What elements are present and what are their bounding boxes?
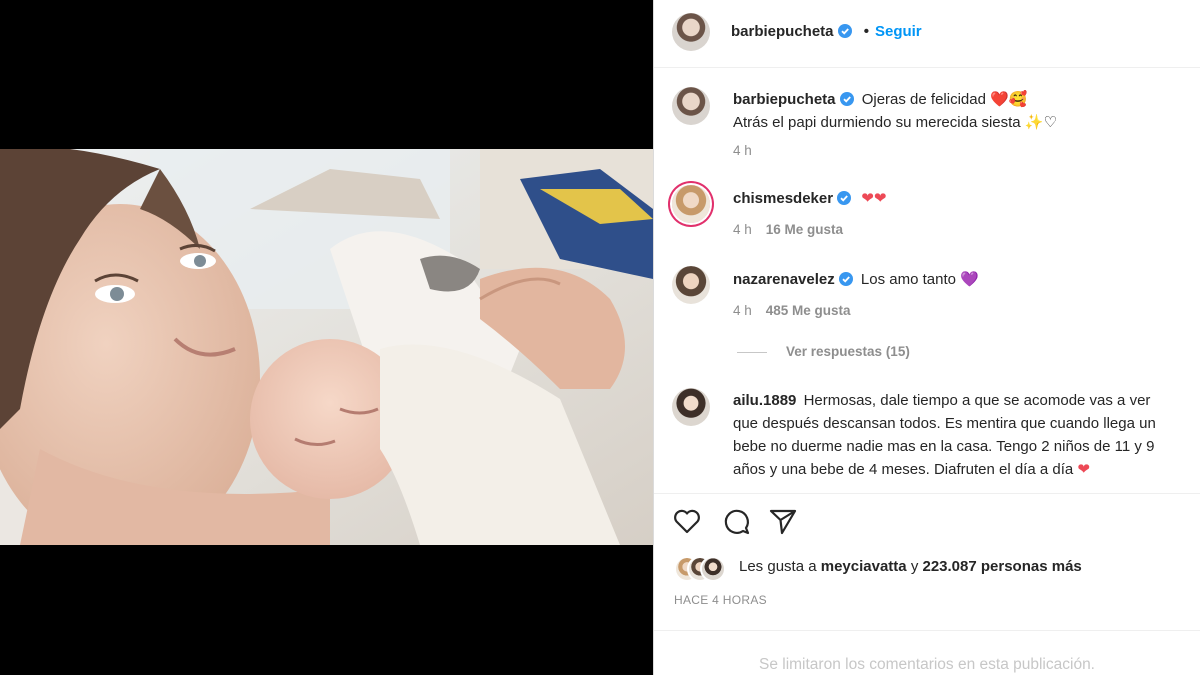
comment-time: 4 h	[733, 222, 752, 237]
comment-meta: 4 h 485 Me gusta	[733, 303, 851, 318]
post-header: barbiepucheta • Seguir	[654, 0, 1200, 68]
separator-dot: •	[863, 23, 869, 40]
verified-badge-icon	[838, 272, 853, 286]
comment-username[interactable]: nazarenavelez	[733, 271, 835, 288]
comment-time: 4 h	[733, 303, 752, 318]
comment-2: nazarenavelez Los amo tanto 💜	[733, 268, 979, 291]
post-media[interactable]	[0, 0, 653, 675]
comment-emoji: ❤❤	[861, 190, 887, 207]
commenter-avatar[interactable]	[672, 266, 710, 304]
author-username[interactable]: barbiepucheta	[731, 23, 834, 40]
follow-button[interactable]: Seguir	[875, 23, 922, 40]
comment-username[interactable]: ailu.1889	[733, 392, 796, 409]
post-timestamp[interactable]: HACE 4 HORAS	[674, 593, 767, 607]
author-avatar[interactable]	[672, 13, 710, 51]
verified-badge-icon	[837, 191, 852, 205]
post-photo	[0, 149, 653, 545]
long-comment-line-4: años y una bebe de 4 meses. Diafruten el…	[733, 458, 1090, 481]
comment-icon[interactable]	[721, 506, 751, 536]
comment-text: Hermosas, dale tiempo a que se acomode v…	[803, 392, 1151, 409]
share-icon[interactable]	[768, 506, 798, 536]
comments-limited-notice: Se limitaron los comentarios en esta pub…	[758, 656, 1095, 673]
likes-count[interactable]: 223.087 personas más	[922, 558, 1081, 575]
caption-line-2: Atrás el papi durmiendo su merecida sies…	[733, 111, 1057, 134]
comment-text: años y una bebe de 4 meses. Diafruten el…	[733, 461, 1074, 478]
likes-user[interactable]: meyciavatta	[821, 558, 907, 575]
likes-prefix: Les gusta a	[739, 558, 817, 575]
comment-emoji: 💜	[960, 271, 979, 288]
author-line: barbiepucheta • Seguir	[731, 20, 922, 43]
likes-middle: y	[910, 558, 919, 575]
caption-time: 4 h	[733, 143, 752, 158]
verified-badge-icon	[839, 92, 854, 106]
long-comment-line-1: ailu.1889 Hermosas, dale tiempo a que se…	[733, 389, 1150, 412]
long-comment-line-3: bebe no duerme nadie mas en la casa. Ten…	[733, 438, 1155, 455]
comment-meta: 4 h 16 Me gusta	[733, 222, 843, 237]
actions-divider	[654, 493, 1200, 494]
caption-emoji-1: ❤️🥰	[990, 91, 1028, 108]
liker-avatar	[700, 556, 726, 582]
comment-emoji: ❤	[1077, 461, 1090, 478]
likes-text: Les gusta a meyciavatta y 223.087 person…	[739, 558, 1082, 575]
caption-author-avatar[interactable]	[672, 87, 710, 125]
replies-line	[737, 352, 767, 353]
caption-emoji-2: ✨♡	[1024, 114, 1057, 131]
comment-likes[interactable]: 16 Me gusta	[766, 222, 843, 237]
comment-likes[interactable]: 485 Me gusta	[766, 303, 851, 318]
post-details-panel: barbiepucheta • Seguir barbiepucheta Ojer…	[654, 0, 1200, 675]
comment-1: chismesdeker ❤❤	[733, 187, 886, 210]
commenter-avatar[interactable]	[672, 388, 710, 426]
comment-username[interactable]: chismesdeker	[733, 190, 833, 207]
long-comment-line-2: que después descansan todos. Es mentira …	[733, 415, 1156, 432]
comment-text: Los amo tanto	[860, 271, 956, 288]
photo-illustration	[0, 149, 653, 545]
caption-text-2: Atrás el papi durmiendo su merecida sies…	[733, 114, 1021, 131]
commenter-avatar[interactable]	[672, 185, 710, 223]
caption-text-1: Ojeras de felicidad	[861, 91, 986, 108]
caption-line-1: barbiepucheta Ojeras de felicidad ❤️🥰	[733, 88, 1027, 111]
view-replies-button[interactable]: Ver respuestas (15)	[786, 344, 910, 359]
like-heart-icon[interactable]	[672, 506, 702, 536]
comments-divider	[654, 630, 1200, 631]
verified-badge-icon	[837, 24, 852, 38]
caption-username[interactable]: barbiepucheta	[733, 91, 836, 108]
